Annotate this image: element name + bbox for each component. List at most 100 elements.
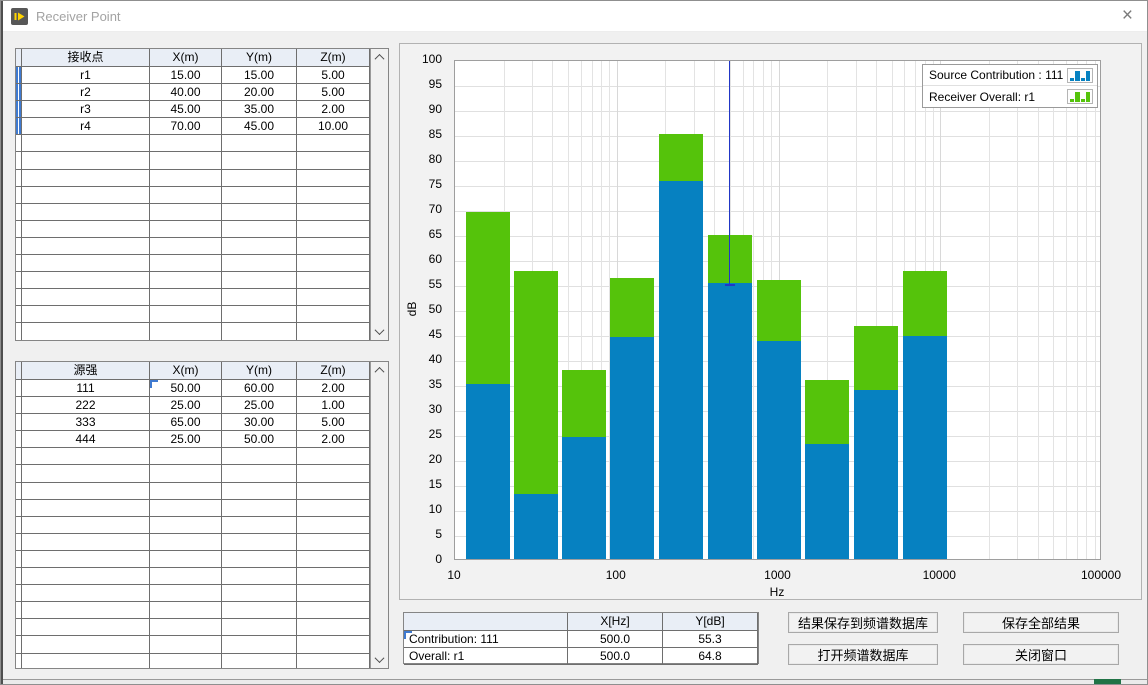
cell[interactable]: 30.00 (222, 414, 297, 431)
y-tick-label: 70 (400, 202, 442, 217)
table-header-row: 接收点 X(m) Y(m) Z(m) (16, 49, 370, 67)
cell[interactable]: 45.00 (222, 118, 297, 135)
bar-plot-icon (1067, 89, 1093, 104)
plot-area[interactable]: Source Contribution : 111 Receiver Overa… (454, 60, 1101, 560)
cell[interactable]: r4 (22, 118, 150, 135)
cell[interactable]: 65.00 (150, 414, 222, 431)
cell[interactable]: 2.00 (297, 431, 370, 448)
cell[interactable]: 40.00 (150, 84, 222, 101)
cell[interactable]: 35.00 (222, 101, 297, 118)
table-row-empty (16, 602, 370, 619)
chevron-down-icon (375, 325, 385, 335)
cell[interactable]: 25.00 (150, 431, 222, 448)
cell[interactable]: 45.00 (150, 101, 222, 118)
y-tick-label: 75 (400, 177, 442, 192)
cell[interactable]: 444 (22, 431, 150, 448)
scroll-down-button[interactable] (371, 323, 388, 340)
table-row: r2 40.00 20.00 5.00 (16, 84, 370, 101)
x-tick-label: 10 (414, 568, 494, 583)
cell[interactable]: 60.00 (222, 380, 297, 397)
header-cell: Z(m) (297, 362, 370, 380)
readout-value: 500.0 (568, 648, 663, 665)
cell[interactable]: 222 (22, 397, 150, 414)
cursor-crosshair (725, 284, 735, 286)
cursor-readout-table: X[Hz] Y[dB] Contribution: 111 500.0 55.3… (403, 612, 759, 664)
header-cell: Z(m) (297, 49, 370, 67)
table-row-empty (16, 500, 370, 517)
gridline-v-minor (1086, 61, 1087, 559)
close-window-button[interactable]: 关闭窗口 (963, 644, 1119, 665)
close-icon[interactable]: × (1122, 5, 1133, 27)
bar-contribution (659, 181, 703, 560)
bar-contribution (466, 384, 510, 559)
bar-contribution (903, 336, 947, 560)
table-row-empty (16, 448, 370, 465)
cell[interactable]: 5.00 (297, 67, 370, 84)
table-row-empty (16, 152, 370, 169)
cell[interactable]: r2 (22, 84, 150, 101)
y-tick-label: 60 (400, 252, 442, 267)
window-title: Receiver Point (36, 9, 121, 24)
readout-value: 55.3 (663, 631, 758, 648)
cell[interactable]: 50.00 (222, 431, 297, 448)
y-tick-label: 40 (400, 352, 442, 367)
cell[interactable]: 333 (22, 414, 150, 431)
y-tick-label: 95 (400, 77, 442, 92)
header-cell: X(m) (150, 49, 222, 67)
readout-value: 500.0 (568, 631, 663, 648)
cell[interactable]: 25.00 (222, 397, 297, 414)
cell[interactable]: 15.00 (150, 67, 222, 84)
table-row: r3 45.00 35.00 2.00 (16, 101, 370, 118)
table-row-empty (16, 238, 370, 255)
cell[interactable]: 20.00 (222, 84, 297, 101)
cell[interactable]: 25.00 (150, 397, 222, 414)
cell-focused[interactable]: 50.00 (150, 380, 222, 397)
vertical-scrollbar[interactable] (370, 49, 388, 340)
cell[interactable]: 5.00 (297, 84, 370, 101)
table-row-empty (16, 306, 370, 323)
gridline-v-minor (989, 61, 990, 559)
gridline-v-minor (753, 61, 754, 559)
scroll-down-button[interactable] (371, 651, 388, 668)
cell[interactable]: 10.00 (297, 118, 370, 135)
gridline-v-minor (1053, 61, 1054, 559)
readout-label: Overall: r1 (404, 648, 568, 665)
chevron-up-icon (375, 367, 385, 377)
readout-value: 64.8 (663, 648, 758, 665)
source-table: 源强 X(m) Y(m) Z(m) 111 50.00 60.00 2.00 2… (15, 361, 389, 669)
cell[interactable]: r1 (22, 67, 150, 84)
y-tick-label: 80 (400, 152, 442, 167)
table-row-empty (16, 619, 370, 636)
x-tick-label: 100000 (1061, 568, 1141, 583)
cell[interactable]: 111 (22, 380, 150, 397)
cell[interactable]: 5.00 (297, 414, 370, 431)
header-cell: X[Hz] (568, 613, 663, 631)
cell[interactable]: 2.00 (297, 101, 370, 118)
header-cell: X(m) (150, 362, 222, 380)
scroll-up-button[interactable] (371, 49, 388, 66)
table-header-row: 源强 X(m) Y(m) Z(m) (16, 362, 370, 380)
save-results-to-spectrum-db-button[interactable]: 结果保存到频谱数据库 (788, 612, 938, 633)
cell[interactable]: 70.00 (150, 118, 222, 135)
vertical-scrollbar[interactable] (370, 362, 388, 668)
save-all-results-button[interactable]: 保存全部结果 (963, 612, 1119, 633)
receiver-point-window: Receiver Point × 接收点 X(m) Y(m) Z(m) r1 1… (0, 0, 1148, 685)
cell[interactable]: r3 (22, 101, 150, 118)
y-axis-title: dB (405, 289, 419, 329)
table-row: r4 70.00 45.00 10.00 (16, 118, 370, 135)
scroll-up-button[interactable] (371, 362, 388, 379)
header-cell (404, 613, 568, 631)
header-cell: 接收点 (22, 49, 150, 67)
cell[interactable]: 15.00 (222, 67, 297, 84)
x-tick-label: 10000 (899, 568, 979, 583)
chevron-down-icon (375, 653, 385, 663)
receiver-table: 接收点 X(m) Y(m) Z(m) r1 15.00 15.00 5.00 r… (15, 48, 389, 341)
bar-contribution (708, 283, 752, 560)
bar-plot-icon (1067, 68, 1093, 83)
cell[interactable]: 2.00 (297, 380, 370, 397)
y-tick-label: 10 (400, 502, 442, 517)
y-tick-label: 90 (400, 102, 442, 117)
cell[interactable]: 1.00 (297, 397, 370, 414)
open-spectrum-db-button[interactable]: 打开频谱数据库 (788, 644, 938, 665)
table-row-empty (16, 289, 370, 306)
